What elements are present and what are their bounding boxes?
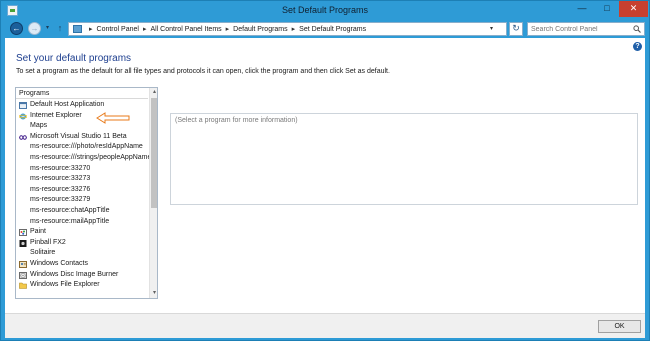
close-button[interactable]: ✕: [619, 1, 648, 17]
refresh-button[interactable]: ↻: [509, 22, 523, 36]
address-dropdown-icon[interactable]: ▾: [490, 25, 493, 32]
breadcrumb-separator-icon: ▸: [89, 26, 93, 33]
list-item-label: Windows File Explorer: [30, 281, 100, 289]
maximize-button[interactable]: □: [595, 1, 619, 17]
list-item-label: ms-resource:33270: [30, 164, 91, 172]
programs-list-items: Default Host Application Internet Explor…: [16, 100, 152, 291]
list-item-label: ms-resource:33276: [30, 185, 91, 193]
list-item[interactable]: Windows File Explorer: [16, 280, 148, 291]
back-button[interactable]: ←: [10, 22, 23, 35]
breadcrumb: ▸ Control Panel ▸ All Control Panel Items ▸ D…: [85, 25, 366, 33]
window: Set Default Programs — □ ✕ ← → ▾ ↑ ▸ Cont…: [0, 0, 650, 341]
minimize-button[interactable]: —: [570, 1, 594, 17]
folder-icon: [19, 282, 27, 289]
footer-bar: OK: [5, 313, 645, 338]
window-title: Set Default Programs: [281, 5, 369, 15]
list-item-label: Windows Disc Image Burner: [30, 270, 119, 278]
list-item[interactable]: ms-resource:33273: [16, 174, 148, 185]
breadcrumb-separator-icon[interactable]: ▸: [143, 25, 147, 33]
list-item-label: ms-resource:///strings/peopleAppName: [30, 153, 152, 161]
help-icon[interactable]: ?: [633, 42, 642, 51]
app-window-icon: [19, 102, 27, 109]
page-description: To set a program as the default for all …: [16, 68, 390, 75]
list-item[interactable]: ms-resource:///photo/resIdAppName: [16, 142, 148, 153]
list-item[interactable]: Microsoft Visual Studio 11 Beta: [16, 132, 148, 143]
programs-scrollbar[interactable]: ▴ ▾: [149, 88, 157, 298]
list-item-label: ms-resource:chatAppTitle: [30, 206, 110, 214]
list-item[interactable]: ms-resource:33270: [16, 164, 148, 175]
programs-list[interactable]: Programs Default Host Application Intern…: [15, 87, 158, 299]
list-item[interactable]: ms-resource:///strings/peopleAppName: [16, 153, 152, 164]
title-bar: Set Default Programs — □ ✕: [1, 1, 649, 21]
list-item[interactable]: Default Host Application: [16, 100, 148, 111]
breadcrumb-all-items[interactable]: All Control Panel Items: [150, 26, 221, 33]
list-item[interactable]: ms-resource:mailAppTitle: [16, 217, 148, 228]
search-input[interactable]: [531, 24, 631, 35]
scroll-thumb[interactable]: [151, 98, 157, 208]
pinball-icon: [19, 239, 27, 247]
breadcrumb-set-default-programs[interactable]: Set Default Programs: [299, 26, 366, 33]
list-item-label: Solitaire: [30, 249, 56, 257]
address-bar[interactable]: ▸ Control Panel ▸ All Control Panel Items ▸ D…: [68, 22, 507, 36]
program-info-panel: (Select a program for more information): [170, 113, 638, 205]
list-item-label: Pinball FX2: [30, 238, 66, 246]
list-item[interactable]: Solitaire: [16, 248, 148, 259]
main-content: ? Set your default programs To set a pro…: [5, 38, 645, 338]
list-item-label: Microsoft Visual Studio 11 Beta: [30, 132, 127, 140]
list-item[interactable]: Windows Contacts: [16, 259, 148, 270]
search-box[interactable]: [527, 22, 645, 36]
forward-button[interactable]: →: [28, 22, 41, 35]
up-button[interactable]: ↑: [55, 22, 65, 35]
breadcrumb-separator-icon[interactable]: ▸: [226, 25, 230, 33]
list-item-label: Windows Contacts: [30, 259, 88, 267]
list-item-label: Maps: [30, 122, 48, 130]
list-item-label: Internet Explorer: [30, 111, 82, 119]
list-item-label: Default Host Application: [30, 101, 105, 108]
scroll-down-icon[interactable]: ▾: [150, 289, 157, 298]
list-item[interactable]: ms-resource:33276: [16, 185, 148, 196]
list-item[interactable]: Windows Disc Image Burner: [16, 270, 148, 281]
breadcrumb-control-panel[interactable]: Control Panel: [97, 26, 139, 33]
recent-pages-dropdown[interactable]: ▾: [44, 25, 51, 32]
list-item-label: ms-resource:33279: [30, 196, 91, 204]
breadcrumb-separator-icon[interactable]: ▸: [292, 25, 296, 33]
ok-button[interactable]: OK: [598, 320, 641, 333]
navigation-bar: ← → ▾ ↑ ▸ Control Panel ▸ All Control Panel…: [1, 21, 649, 37]
list-item[interactable]: ms-resource:33279: [16, 195, 148, 206]
list-item-label: Paint: [30, 228, 46, 236]
disc-burner-icon: [19, 271, 27, 279]
paint-icon: [19, 229, 27, 237]
control-panel-icon: [73, 25, 82, 33]
list-item-label: ms-resource:mailAppTitle: [30, 217, 110, 225]
visual-studio-icon: [19, 134, 27, 140]
annotation-arrow-icon: [96, 112, 130, 124]
list-item[interactable]: ms-resource:chatAppTitle: [16, 206, 148, 217]
page-title: Set your default programs: [16, 53, 132, 64]
breadcrumb-default-programs[interactable]: Default Programs: [233, 26, 287, 33]
list-item-label: ms-resource:///photo/resIdAppName: [30, 143, 143, 151]
scroll-up-icon[interactable]: ▴: [150, 88, 157, 97]
internet-explorer-icon: [19, 113, 27, 120]
list-item[interactable]: Paint: [16, 227, 148, 238]
list-item[interactable]: Pinball FX2: [16, 238, 148, 249]
programs-list-header: Programs: [16, 88, 148, 99]
contacts-icon: [19, 260, 27, 268]
list-item-label: ms-resource:33273: [30, 175, 91, 183]
search-icon[interactable]: [633, 25, 641, 33]
info-placeholder: (Select a program for more information): [175, 117, 298, 124]
